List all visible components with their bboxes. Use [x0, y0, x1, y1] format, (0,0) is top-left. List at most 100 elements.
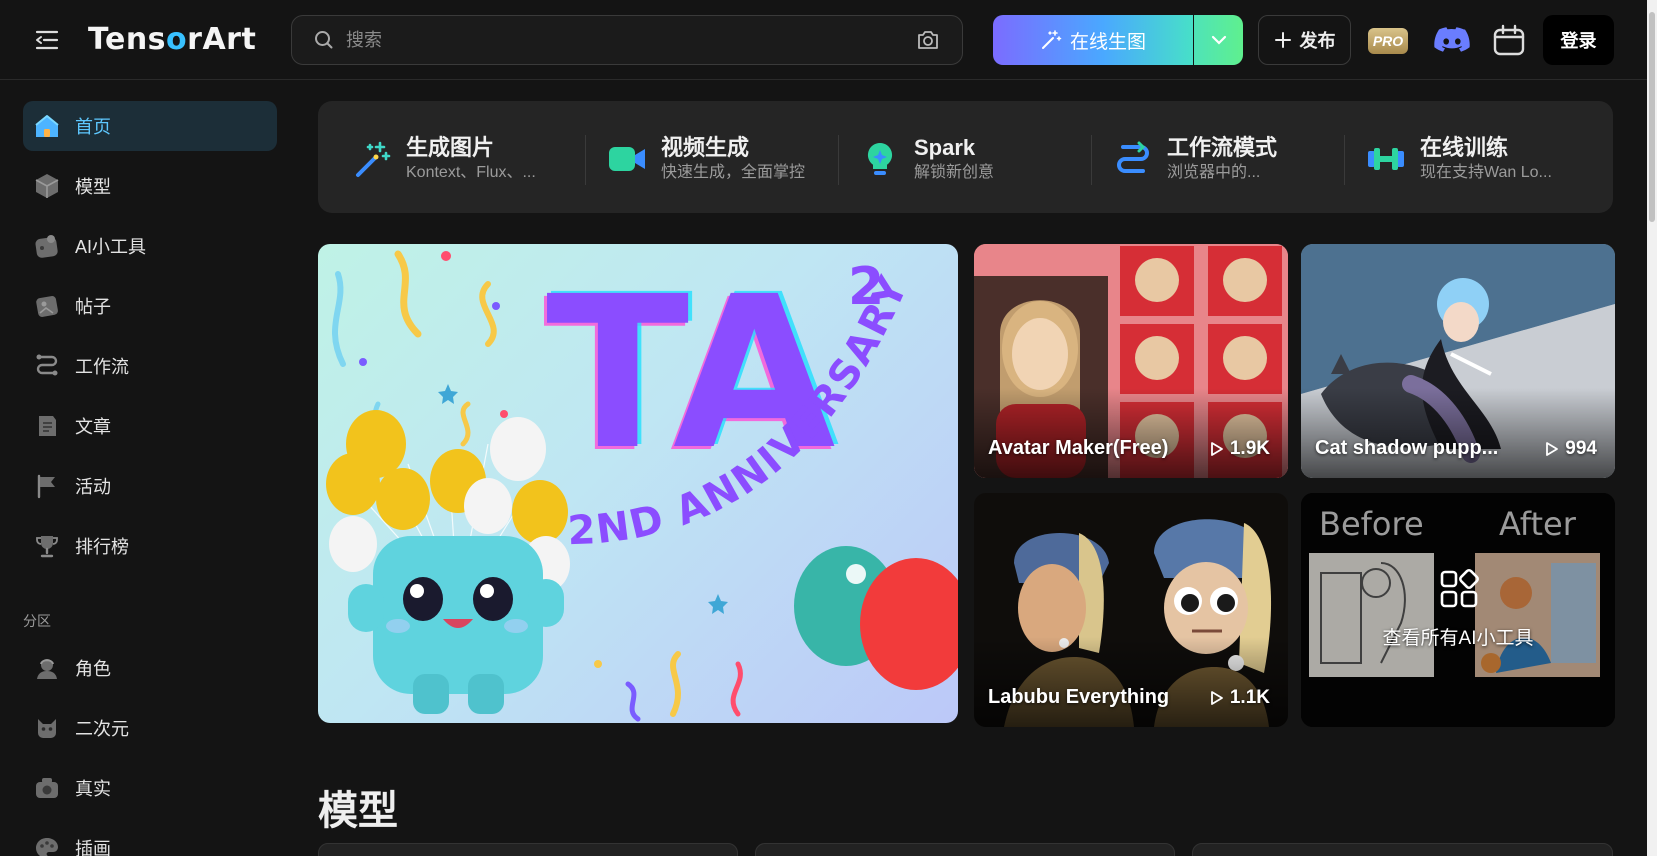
- quick-subtitle: 现在支持Wan Lo...: [1420, 164, 1552, 181]
- sidebar-item-label: 模型: [75, 177, 111, 197]
- quick-subtitle: 浏览器中的...: [1167, 164, 1261, 181]
- post-icon: [33, 292, 61, 320]
- quick-title: 在线训练: [1420, 135, 1509, 160]
- quick-spark[interactable]: Spark 解锁新创意: [860, 131, 994, 187]
- logo-accent: o: [166, 22, 188, 57]
- search-bar[interactable]: [291, 15, 963, 65]
- calendar-icon[interactable]: [1492, 24, 1526, 56]
- tool-card-avatar-maker[interactable]: Avatar Maker(Free) 1.9K: [974, 244, 1288, 478]
- mascot-character: [348, 536, 564, 714]
- menu-toggle-icon[interactable]: [34, 27, 60, 53]
- bulb-icon: [867, 142, 893, 175]
- quick-subtitle: Kontext、Flux、...: [406, 164, 536, 181]
- sidebar-item-label: 文章: [75, 417, 111, 437]
- sidebar-item-illustration[interactable]: 插画: [23, 823, 277, 856]
- sidebar-item-workflow[interactable]: 工作流: [23, 341, 277, 391]
- publish-button[interactable]: 发布: [1258, 15, 1351, 65]
- magic-wand-icon: [356, 141, 391, 177]
- view-all-tools-label: 查看所有AI小工具: [1382, 628, 1534, 649]
- tool-card-cat-shadow[interactable]: Cat shadow pupp... 994: [1301, 244, 1615, 478]
- divider: [585, 135, 586, 185]
- model-card-stub[interactable]: [318, 843, 738, 856]
- quick-title: 生成图片: [406, 135, 495, 160]
- flag-icon: [33, 472, 61, 500]
- tool-card-title: Cat shadow pupp...: [1315, 437, 1499, 459]
- workflow-icon: [33, 352, 61, 380]
- divider: [1344, 135, 1345, 185]
- login-button[interactable]: 登录: [1543, 15, 1614, 65]
- sidebar-item-ai-tools[interactable]: AI小工具: [23, 221, 277, 271]
- tool-card-title: Avatar Maker(Free): [988, 437, 1169, 459]
- sidebar-item-models[interactable]: 模型: [23, 161, 277, 211]
- quick-generate-image[interactable]: 生成图片 Kontext、Flux、...: [352, 131, 536, 187]
- tool-card-plays-count: 1.1K: [1229, 687, 1270, 708]
- sidebar-item-leaderboard[interactable]: 排行榜: [23, 521, 277, 571]
- apps-grid-icon: [1440, 569, 1479, 608]
- quick-title: 工作流模式: [1167, 135, 1278, 160]
- play-icon: [1210, 691, 1223, 705]
- tool-card-plays: 1.1K: [1210, 687, 1270, 709]
- tool-card-view-all[interactable]: Before After 查看所有AI小工具: [1301, 493, 1615, 727]
- model-card-stub[interactable]: [1192, 843, 1613, 856]
- top-header: TensorArt 在线生图 发布 PRO 登录: [0, 0, 1647, 80]
- play-icon: [1546, 442, 1559, 456]
- sidebar-item-anime[interactable]: 二次元: [23, 703, 277, 753]
- sidebar-item-label: 排行榜: [75, 537, 129, 557]
- sidebar-item-home[interactable]: 首页: [23, 101, 277, 151]
- video-icon: [609, 147, 645, 171]
- sidebar-section-label: 分区: [23, 613, 51, 629]
- chevron-down-icon: [1211, 35, 1226, 45]
- magic-wand-icon: [1041, 30, 1062, 49]
- sidebar-item-characters[interactable]: 角色: [23, 643, 277, 693]
- sidebar-item-label: 帖子: [75, 297, 111, 317]
- tool-card-labubu[interactable]: Labubu Everything 1.1K: [974, 493, 1288, 727]
- card-shade: [974, 637, 1288, 727]
- card-overlay: [1301, 493, 1615, 727]
- sidebar-item-events[interactable]: 活动: [23, 461, 277, 511]
- card-shade: [1301, 388, 1615, 478]
- scrollbar-thumb[interactable]: [1649, 12, 1655, 222]
- anime-icon: [33, 714, 61, 742]
- search-input[interactable]: [346, 29, 916, 51]
- pro-badge[interactable]: PRO: [1368, 28, 1408, 54]
- search-icon: [315, 31, 333, 49]
- article-icon: [33, 412, 61, 440]
- online-generate-button[interactable]: 在线生图: [993, 15, 1193, 65]
- quick-subtitle: 快速生成，全面掌控: [661, 164, 806, 181]
- models-section-title: 模型: [318, 789, 398, 833]
- home-icon: [33, 112, 61, 140]
- quick-workflow-mode[interactable]: 工作流模式 浏览器中的...: [1113, 131, 1277, 187]
- tool-card-plays: 1.9K: [1210, 438, 1270, 460]
- tool-card-title: Labubu Everything: [988, 686, 1170, 708]
- camera-search-icon[interactable]: [916, 29, 940, 51]
- tool-card-plays-count: 1.9K: [1229, 438, 1270, 459]
- divider: [1091, 135, 1092, 185]
- card-shade: [974, 388, 1288, 478]
- anniversary-banner[interactable]: TA TA TA 2 2ND ANNIVERSARY PARTY: [318, 244, 958, 723]
- sidebar-item-articles[interactable]: 文章: [23, 401, 277, 451]
- logo[interactable]: TensorArt: [88, 22, 256, 57]
- generate-dropdown-button[interactable]: [1194, 15, 1243, 65]
- sidebar-item-realistic[interactable]: 真实: [23, 763, 277, 813]
- illustration-icon: [33, 834, 61, 856]
- quick-actions-bar: 生成图片 Kontext、Flux、... 视频生成 快速生成，全面掌控 Spa…: [318, 101, 1613, 213]
- sidebar-item-label: 首页: [75, 117, 111, 137]
- sidebar-item-posts[interactable]: 帖子: [23, 281, 277, 331]
- model-card-stub[interactable]: [755, 843, 1175, 856]
- sidebar-item-label: 活动: [75, 477, 111, 497]
- character-icon: [33, 654, 61, 682]
- cube-icon: [33, 172, 61, 200]
- dumbbell-icon: [1368, 148, 1404, 170]
- tool-card-plays-count: 994: [1565, 438, 1597, 459]
- quick-video-generation[interactable]: 视频生成 快速生成，全面掌控: [607, 131, 805, 187]
- tool-icon: [33, 232, 61, 260]
- quick-online-training[interactable]: 在线训练 现在支持Wan Lo...: [1366, 131, 1552, 187]
- quick-title: Spark: [914, 135, 976, 160]
- trophy-icon: [33, 532, 61, 560]
- discord-icon[interactable]: [1434, 26, 1470, 54]
- quick-title: 视频生成: [661, 135, 750, 160]
- sidebar-item-label: AI小工具: [75, 237, 147, 257]
- sidebar-item-label: 真实: [75, 779, 111, 799]
- sidebar-item-label: 二次元: [75, 719, 129, 739]
- banner-artwork: TA TA TA 2 2ND ANNIVERSARY PARTY: [318, 244, 958, 722]
